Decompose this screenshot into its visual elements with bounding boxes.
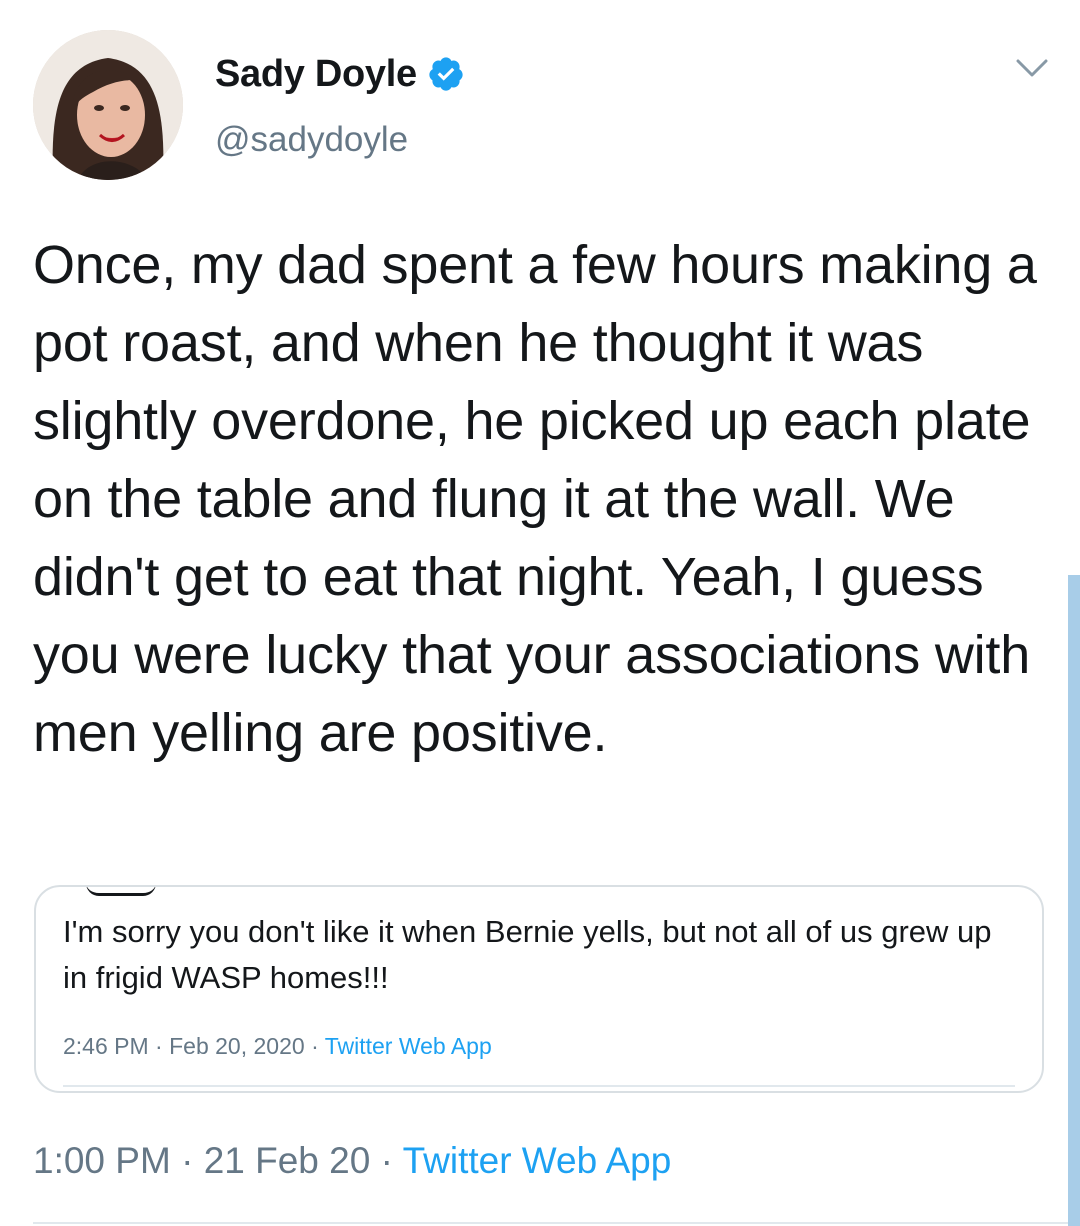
quoted-tweet-header-fragment <box>86 887 156 896</box>
quoted-tweet-text: I'm sorry you don't like it when Bernie … <box>63 914 992 995</box>
tweet-divider <box>33 1222 1080 1224</box>
scrollbar-thumb[interactable] <box>1068 575 1080 1226</box>
tweet-source-link[interactable]: Twitter Web App <box>403 1140 672 1181</box>
tweet-text: Once, my dad spent a few hours making a … <box>33 235 1037 763</box>
tweet-meta-separator: · <box>181 1140 194 1181</box>
tweet-date[interactable]: 21 Feb 20 <box>204 1140 371 1181</box>
quoted-tweet-card[interactable]: I'm sorry you don't like it when Bernie … <box>34 885 1044 1093</box>
quoted-tweet-date: Feb 20, 2020 <box>169 1033 305 1059</box>
tweet-time[interactable]: 1:00 PM <box>33 1140 171 1181</box>
author-handle[interactable]: @sadydoyle <box>215 120 408 160</box>
quoted-tweet-divider <box>63 1085 1015 1087</box>
chevron-down-icon[interactable] <box>1015 56 1049 82</box>
quoted-tweet-source-link[interactable]: Twitter Web App <box>325 1033 492 1059</box>
tweet-meta-separator: · <box>380 1140 393 1181</box>
tweet-meta: 1:00 PM · 21 Feb 20 · Twitter Web App <box>33 1140 671 1182</box>
quoted-tweet-time: 2:46 PM <box>63 1033 149 1059</box>
verified-badge-icon <box>427 55 465 93</box>
author-name-row: Sady Doyle <box>215 48 465 100</box>
quoted-tweet-meta: 2:46 PM · Feb 20, 2020 · Twitter Web App <box>63 1033 492 1060</box>
author-avatar[interactable] <box>33 30 183 180</box>
quoted-meta-separator: · <box>155 1033 163 1059</box>
author-name[interactable]: Sady Doyle <box>215 53 417 96</box>
quoted-meta-separator: · <box>311 1033 319 1059</box>
